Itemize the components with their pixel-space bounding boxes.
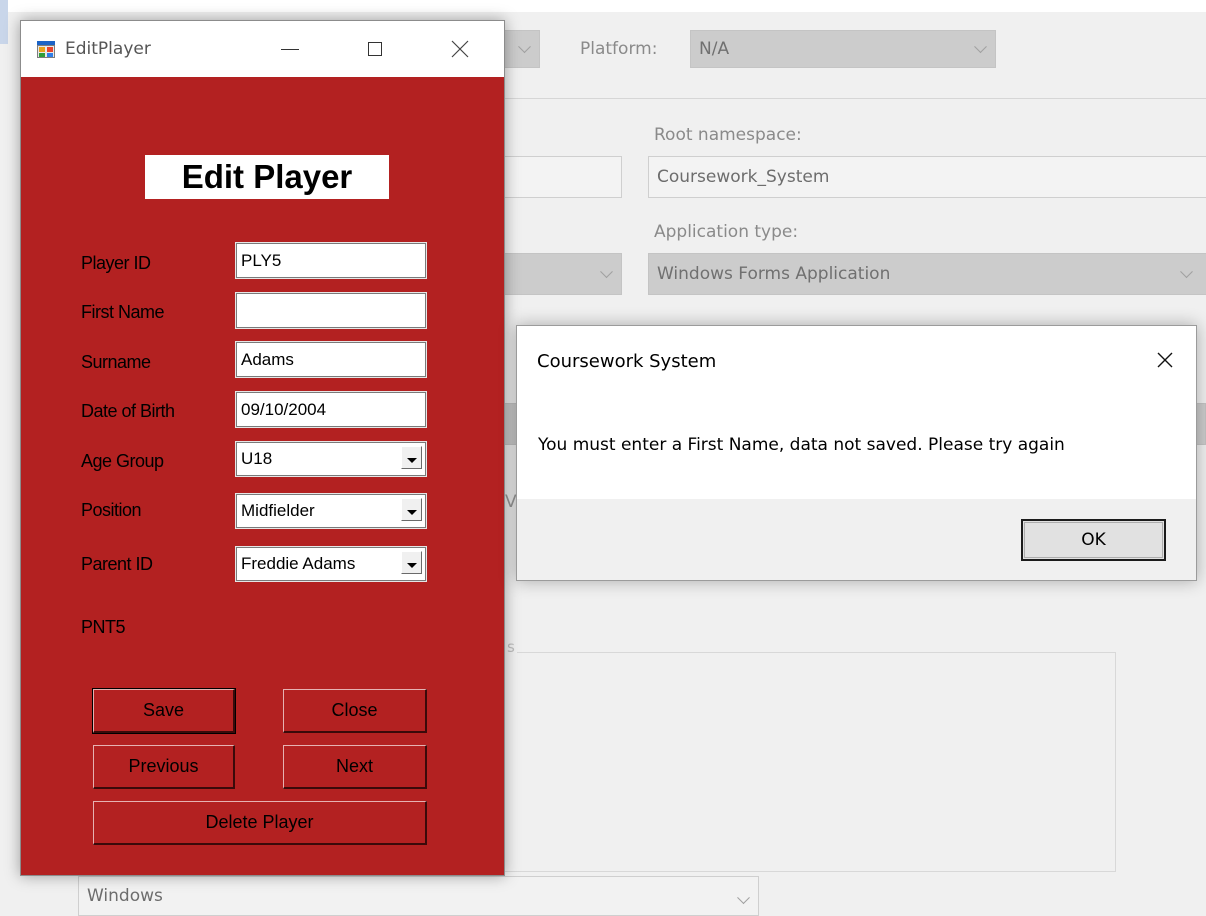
target-os-combo[interactable]: Windows — [78, 876, 759, 916]
dropdown-arrow-icon[interactable] — [401, 446, 422, 469]
target-os-value: Windows — [87, 886, 163, 906]
application-type-combo[interactable]: Windows Forms Application — [648, 253, 1206, 295]
parent-id-value: Freddie Adams — [241, 554, 356, 573]
chevron-down-icon — [518, 40, 531, 54]
parent-id-label: Parent ID — [81, 554, 153, 574]
platform-value: N/A — [699, 39, 730, 59]
application-type-value: Windows Forms Application — [657, 264, 891, 284]
chevron-down-icon — [737, 891, 750, 904]
background-top-strip — [8, 0, 1206, 12]
age-group-select[interactable]: U18 — [235, 441, 427, 477]
message-box-dialog: Coursework System You must enter a First… — [516, 325, 1197, 581]
configuration-combo-partial[interactable] — [500, 30, 540, 68]
chevron-down-icon — [974, 40, 987, 54]
form-app-icon — [37, 40, 55, 58]
surname-label: Surname — [81, 352, 151, 372]
save-button[interactable]: Save — [92, 688, 236, 734]
close-icon — [1157, 352, 1173, 368]
partial-label: V — [505, 492, 517, 512]
form-heading: Edit Player — [145, 155, 389, 199]
surname-field[interactable]: Adams — [235, 341, 427, 378]
dob-field[interactable]: 09/10/2004 — [235, 391, 427, 428]
previous-button[interactable]: Previous — [93, 745, 235, 789]
ok-button[interactable]: OK — [1021, 519, 1166, 561]
delete-player-button[interactable]: Delete Player — [93, 801, 427, 845]
position-value: Midfielder — [241, 501, 315, 520]
chevron-down-icon — [1180, 265, 1193, 279]
close-window-button[interactable] — [437, 21, 483, 77]
player-id-label: Player ID — [81, 253, 151, 273]
resources-group-caption: s — [505, 638, 517, 656]
close-icon — [451, 40, 469, 58]
first-name-field[interactable] — [235, 292, 427, 329]
root-namespace-field[interactable]: Coursework_System — [648, 156, 1206, 198]
dialog-message: You must enter a First Name, data not sa… — [538, 435, 1065, 455]
parent-id-select[interactable]: Freddie Adams — [235, 546, 427, 582]
dob-label: Date of Birth — [81, 401, 175, 421]
close-button[interactable]: Close — [283, 689, 427, 733]
platform-combo[interactable]: N/A — [690, 30, 996, 68]
edit-player-window: EditPlayer Edit Player Player ID First N… — [20, 20, 505, 876]
dialog-title: Coursework System — [537, 351, 717, 372]
dropdown-arrow-icon[interactable] — [401, 551, 422, 574]
player-id-field[interactable]: PLY5 — [235, 242, 427, 279]
resources-group — [503, 652, 1116, 872]
target-framework-combo-partial[interactable] — [500, 253, 622, 295]
root-namespace-value: Coursework_System — [657, 167, 830, 187]
maximize-button[interactable] — [352, 21, 398, 77]
title-bar[interactable]: EditPlayer — [21, 21, 504, 77]
separator — [505, 98, 1206, 99]
root-namespace-label: Root namespace: — [654, 125, 802, 145]
application-type-label: Application type: — [654, 222, 799, 242]
first-name-label: First Name — [81, 302, 165, 322]
minimize-icon — [281, 48, 299, 50]
chevron-down-icon — [600, 265, 613, 279]
maximize-icon — [368, 42, 382, 56]
dialog-close-button[interactable] — [1147, 342, 1183, 378]
position-label: Position — [81, 500, 142, 520]
minimize-button[interactable] — [267, 21, 313, 77]
age-group-label: Age Group — [81, 451, 164, 471]
next-button[interactable]: Next — [283, 745, 427, 789]
dropdown-arrow-icon[interactable] — [401, 498, 422, 521]
platform-label: Platform: — [580, 39, 658, 59]
window-title: EditPlayer — [65, 39, 151, 59]
assembly-name-field-partial[interactable] — [500, 156, 622, 198]
background-edge — [0, 0, 8, 44]
age-group-value: U18 — [241, 449, 273, 468]
parent-code-label: PNT5 — [81, 617, 126, 637]
position-select[interactable]: Midfielder — [235, 493, 427, 529]
